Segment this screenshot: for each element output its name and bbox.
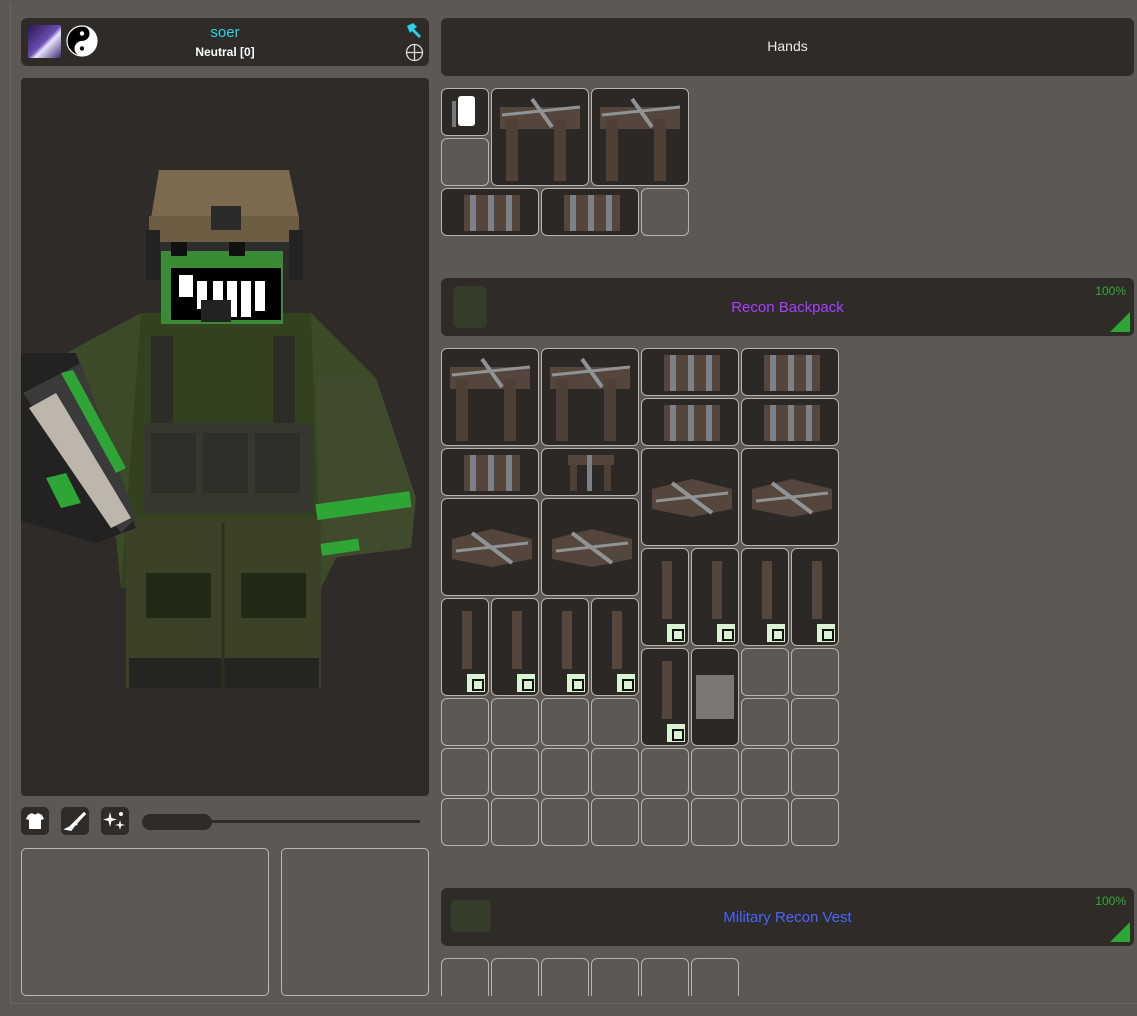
hands-item-table[interactable] [491,88,589,186]
backpack-slot-empty[interactable] [741,798,789,846]
backpack-item-plank[interactable] [641,398,739,446]
backpack-slot-empty[interactable] [441,748,489,796]
backpack-item-crate[interactable] [741,448,839,546]
hands-slot-empty[interactable] [641,188,689,236]
backpack-item-block[interactable] [691,648,739,746]
backpack-slot-empty[interactable] [491,748,539,796]
backpack-slot-empty[interactable] [491,698,539,746]
backpack-item-stake[interactable] [641,648,689,746]
vest-slot-empty[interactable] [441,958,489,996]
equipment-slot-box-right[interactable] [281,848,429,996]
backpack-item-stake[interactable] [791,548,839,646]
vest-header: Military Recon Vest 100% [441,888,1134,946]
backpack-slot-empty[interactable] [791,798,839,846]
backpack-item-stake[interactable] [691,548,739,646]
hands-item-plank[interactable] [441,188,539,236]
vest-slot-empty[interactable] [491,958,539,996]
hands-header: Hands [441,18,1134,76]
backpack-slot-empty[interactable] [541,798,589,846]
backpack-item-plank[interactable] [641,348,739,396]
vest-slot-empty[interactable] [541,958,589,996]
backpack-slot-empty[interactable] [491,798,539,846]
backpack-slot-empty[interactable] [691,748,739,796]
backpack-item-small-table[interactable] [541,448,639,496]
backpack-item-crate[interactable] [641,448,739,546]
rifle-icon[interactable] [61,807,89,835]
backpack-item-stake[interactable] [641,548,689,646]
backpack-item-stake[interactable] [541,598,589,696]
player-reputation: Neutral [0] [195,45,255,59]
backpack-item-stake[interactable] [491,598,539,696]
backpack-item-plank[interactable] [741,348,839,396]
zoom-slider-handle[interactable] [142,814,212,830]
sparkle-icon[interactable] [101,807,129,835]
backpack-item-stake[interactable] [741,548,789,646]
backpack-slot-empty[interactable] [791,648,839,696]
vest-slot-empty[interactable] [691,958,739,996]
vest-quality-marker [1110,922,1130,942]
vest-slot-empty[interactable] [591,958,639,996]
backpack-slot-empty[interactable] [441,798,489,846]
shirt-icon[interactable] [21,807,49,835]
backpack-slot-empty[interactable] [591,748,639,796]
backpack-slot-empty[interactable] [441,698,489,746]
backpack-item-plank[interactable] [441,448,539,496]
zoom-slider[interactable] [142,814,420,830]
backpack-slot-empty[interactable] [791,748,839,796]
backpack-item-crate[interactable] [441,498,539,596]
backpack-item-plank[interactable] [741,398,839,446]
backpack-item-table[interactable] [541,348,639,446]
equipment-slot-box-left[interactable] [21,848,269,996]
hands-slot-empty[interactable] [441,138,489,186]
backpack-title: Recon Backpack [731,299,844,316]
backpack-durability: 100% [1095,284,1126,298]
backpack-item-stake[interactable] [591,598,639,696]
vest-title: Military Recon Vest [723,909,852,926]
character-preview[interactable] [21,78,429,796]
backpack-item-stake[interactable] [441,598,489,696]
backpack-slot-empty[interactable] [741,698,789,746]
character-model [21,170,416,688]
hands-item-plank[interactable] [541,188,639,236]
backpack-slot-empty[interactable] [741,748,789,796]
backpack-slot-empty[interactable] [741,648,789,696]
vest-grid [441,958,741,996]
backpack-quality-marker [1110,312,1130,332]
backpack-slot-empty[interactable] [691,798,739,846]
crosshair-icon[interactable] [405,43,424,62]
backpack-slot-empty[interactable] [791,698,839,746]
hands-item-canister[interactable] [441,88,489,136]
hands-item-table[interactable] [591,88,689,186]
backpack-item-crate[interactable] [541,498,639,596]
vest-slot-empty[interactable] [641,958,689,996]
hammer-icon[interactable] [405,22,423,40]
player-name: soer [210,24,240,41]
backpack-slot-empty[interactable] [591,798,639,846]
hands-title: Hands [767,38,808,54]
backpack-slot-empty[interactable] [541,748,589,796]
backpack-header: Recon Backpack 100% [441,278,1134,336]
backpack-slot-empty[interactable] [641,798,689,846]
vest-durability: 100% [1095,894,1126,908]
player-header: soer Neutral [0] [21,18,429,66]
backpack-slot-empty[interactable] [541,698,589,746]
backpack-slot-empty[interactable] [641,748,689,796]
backpack-item-table[interactable] [441,348,539,446]
backpack-slot-empty[interactable] [591,698,639,746]
